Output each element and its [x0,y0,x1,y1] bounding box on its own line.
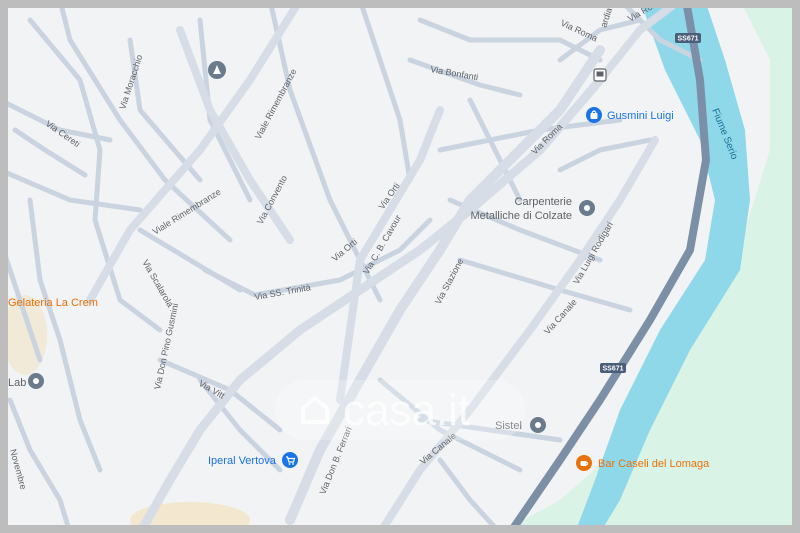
svg-text:casa.it: casa.it [343,386,470,435]
watermark: casa.it [275,380,525,440]
route-shield: SS671 [675,33,701,43]
poi-label: Gusmini Luigi [607,110,674,122]
poi-iperal-vertova[interactable]: Iperal Vertova [208,452,298,468]
cafe-icon [576,455,592,471]
shopping-cart-icon [282,452,298,468]
shopping-bag-icon [586,107,602,123]
poi-gusmini-luigi[interactable]: Gusmini Luigi [586,107,674,123]
poi-label-line1: Carpenterie [515,196,572,208]
poi-label: Gelateria La Crem [8,297,98,309]
poi-label: Bar Caseli del Lomaga [598,458,710,470]
poi-label-line2: Metalliche di Colzate [471,210,573,222]
place-pin-icon [530,417,546,433]
svg-text:SS671: SS671 [602,366,623,373]
poi-label: Lab [8,377,26,389]
monument-icon[interactable] [208,61,226,79]
poi-gelateria[interactable]: Gelateria La Crem [8,297,98,309]
place-pin-icon [28,373,44,389]
place-pin-icon [579,200,595,216]
svg-text:SS671: SS671 [677,36,698,43]
map-canvas[interactable]: Via Roma Via Roma Via Roma Via Bonfanti … [0,0,800,533]
poi-label: Iperal Vertova [208,455,277,467]
route-shield: SS671 [600,363,626,373]
bus-stop-icon[interactable] [593,68,607,82]
